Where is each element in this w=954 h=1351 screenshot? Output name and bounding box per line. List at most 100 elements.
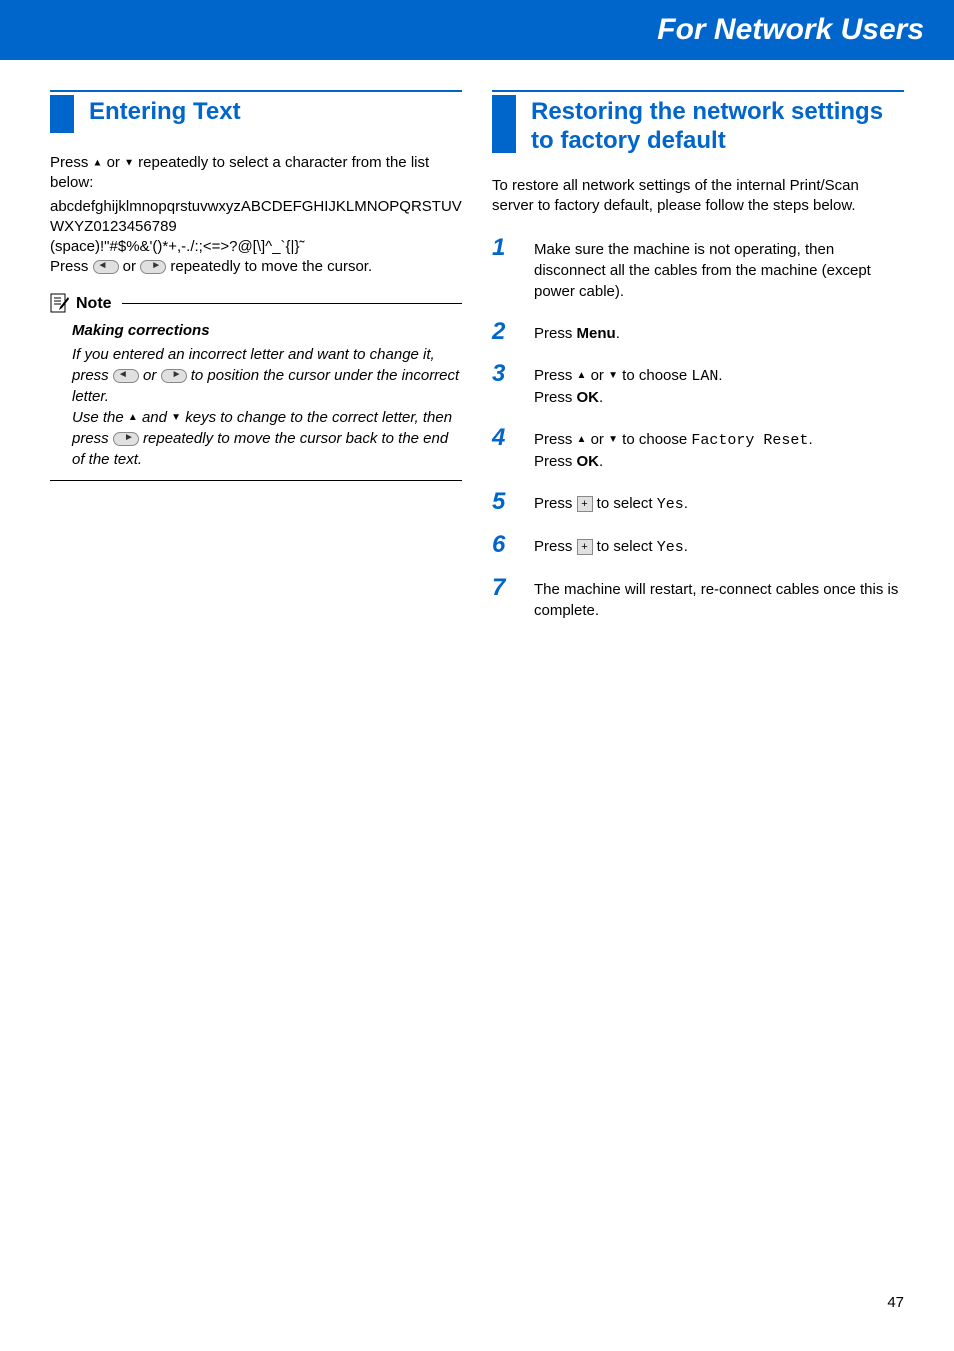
text-fragment: to choose: [618, 431, 691, 448]
step-item: 4Press ▲ or ▼ to choose Factory Reset.Pr…: [492, 426, 904, 472]
text-fragment: Factory Reset: [691, 432, 808, 449]
step-number: 4: [492, 426, 534, 472]
text-fragment: The machine will restart, re-connect cab…: [534, 581, 898, 619]
text-fragment: Press: [534, 389, 577, 406]
step-item: 6Press + to select Yes.: [492, 533, 904, 558]
blue-tab-icon: [50, 95, 74, 133]
text-fragment: or: [139, 367, 161, 384]
step-text: Press ▲ or ▼ to choose LAN.Press OK.: [534, 362, 723, 408]
text-fragment: to select: [593, 495, 657, 512]
page-banner: For Network Users: [0, 0, 954, 60]
section-title-left: Entering Text: [89, 95, 241, 127]
note-pencil-icon: [50, 293, 70, 315]
step-item: 5Press + to select Yes.: [492, 490, 904, 515]
down-triangle-icon: ▼: [608, 370, 618, 381]
step-text: Press ▲ or ▼ to choose Factory Reset. Pre…: [534, 426, 813, 472]
text-fragment: Press: [534, 538, 577, 555]
plus-button-icon: +: [577, 496, 593, 512]
up-triangle-icon: ▲: [128, 412, 138, 423]
step-number: 7: [492, 576, 534, 621]
step-text: Make sure the machine is not operating, …: [534, 236, 904, 302]
text-fragment: Yes: [657, 539, 684, 556]
step-number: 3: [492, 362, 534, 408]
left-column: Entering Text Press ▲ or ▼ repeatedly to…: [50, 90, 462, 639]
page-number: 47: [887, 1294, 904, 1311]
text-fragment: .: [684, 538, 688, 555]
text-fragment: Press: [50, 154, 93, 171]
section-header-right: Restoring the network settings to factor…: [492, 90, 904, 156]
restore-intro: To restore all network settings of the i…: [492, 176, 904, 217]
text-fragment: LAN: [691, 368, 718, 385]
text-fragment: .: [599, 453, 603, 470]
note-para1: If you entered an incorrect letter and w…: [72, 344, 462, 407]
step-number: 1: [492, 236, 534, 302]
text-fragment: Press: [50, 258, 93, 275]
text-fragment: to choose: [618, 367, 691, 384]
text-fragment: .: [808, 431, 812, 448]
step-item: 3Press ▲ or ▼ to choose LAN.Press OK.: [492, 362, 904, 408]
step-text: Press Menu.: [534, 320, 620, 344]
left-arrow-icon: [113, 369, 139, 383]
text-fragment: to select: [593, 538, 657, 555]
text-fragment: OK: [577, 389, 600, 406]
text-fragment: Press: [534, 453, 577, 470]
note-body: Making corrections If you entered an inc…: [50, 320, 462, 470]
banner-title: For Network Users: [657, 13, 924, 47]
charset-line2: (space)!"#$%&'()*+,-./:;<=>?@[\]^_`{|}˜: [50, 237, 462, 257]
right-arrow-icon: [161, 369, 187, 383]
step-number: 6: [492, 533, 534, 558]
text-fragment: Press: [534, 325, 577, 342]
text-fragment: or: [586, 431, 608, 448]
text-fragment: and: [138, 409, 171, 426]
entering-text-para1: Press ▲ or ▼ repeatedly to select a char…: [50, 153, 462, 194]
text-fragment: Menu: [577, 325, 616, 342]
text-fragment: Press: [534, 367, 577, 384]
down-triangle-icon: ▼: [608, 434, 618, 445]
text-fragment: or: [102, 154, 124, 171]
note-rule: [122, 303, 462, 304]
text-fragment: Make sure the machine is not operating, …: [534, 241, 871, 300]
step-text: Press + to select Yes.: [534, 490, 688, 515]
step-list: 1Make sure the machine is not operating,…: [492, 236, 904, 621]
blue-tab-icon: [492, 95, 516, 153]
note-header: Note: [50, 293, 462, 315]
text-fragment: .: [684, 495, 688, 512]
up-triangle-icon: ▲: [577, 434, 587, 445]
right-column: Restoring the network settings to factor…: [492, 90, 904, 639]
content-area: Entering Text Press ▲ or ▼ repeatedly to…: [0, 60, 954, 639]
charset-line1: abcdefghijklmnopqrstuvwxyzABCDEFGHIJKLMN…: [50, 197, 462, 238]
text-fragment: or: [119, 258, 141, 275]
down-triangle-icon: ▼: [124, 157, 134, 168]
step-item: 2Press Menu.: [492, 320, 904, 344]
note-subtitle: Making corrections: [72, 320, 462, 341]
text-fragment: Yes: [657, 496, 684, 513]
plus-button-icon: +: [577, 539, 593, 555]
text-fragment: repeatedly to move the cursor.: [166, 258, 372, 275]
left-arrow-icon: [93, 260, 119, 274]
right-arrow-icon: [113, 432, 139, 446]
note-label: Note: [76, 295, 112, 313]
down-triangle-icon: ▼: [171, 412, 181, 423]
step-item: 1Make sure the machine is not operating,…: [492, 236, 904, 302]
section-header-left: Entering Text: [50, 90, 462, 133]
section-title-right: Restoring the network settings to factor…: [531, 95, 904, 156]
text-fragment: Press: [534, 495, 577, 512]
step-text: Press + to select Yes.: [534, 533, 688, 558]
step-item: 7The machine will restart, re-connect ca…: [492, 576, 904, 621]
note-bottom-rule: [50, 480, 462, 481]
step-number: 2: [492, 320, 534, 344]
text-fragment: Use the: [72, 409, 128, 426]
text-fragment: .: [718, 367, 722, 384]
up-triangle-icon: ▲: [577, 370, 587, 381]
note-section: Note Making corrections If you entered a…: [50, 293, 462, 481]
step-number: 5: [492, 490, 534, 515]
step-text: The machine will restart, re-connect cab…: [534, 576, 904, 621]
up-triangle-icon: ▲: [93, 157, 103, 168]
text-fragment: .: [616, 325, 620, 342]
text-fragment: OK: [577, 453, 600, 470]
text-fragment: Press: [534, 431, 577, 448]
text-fragment: .: [599, 389, 603, 406]
right-arrow-icon: [140, 260, 166, 274]
note-para2: Use the ▲ and ▼ keys to change to the co…: [72, 407, 462, 470]
entering-text-para2: Press or repeatedly to move the cursor.: [50, 257, 462, 277]
